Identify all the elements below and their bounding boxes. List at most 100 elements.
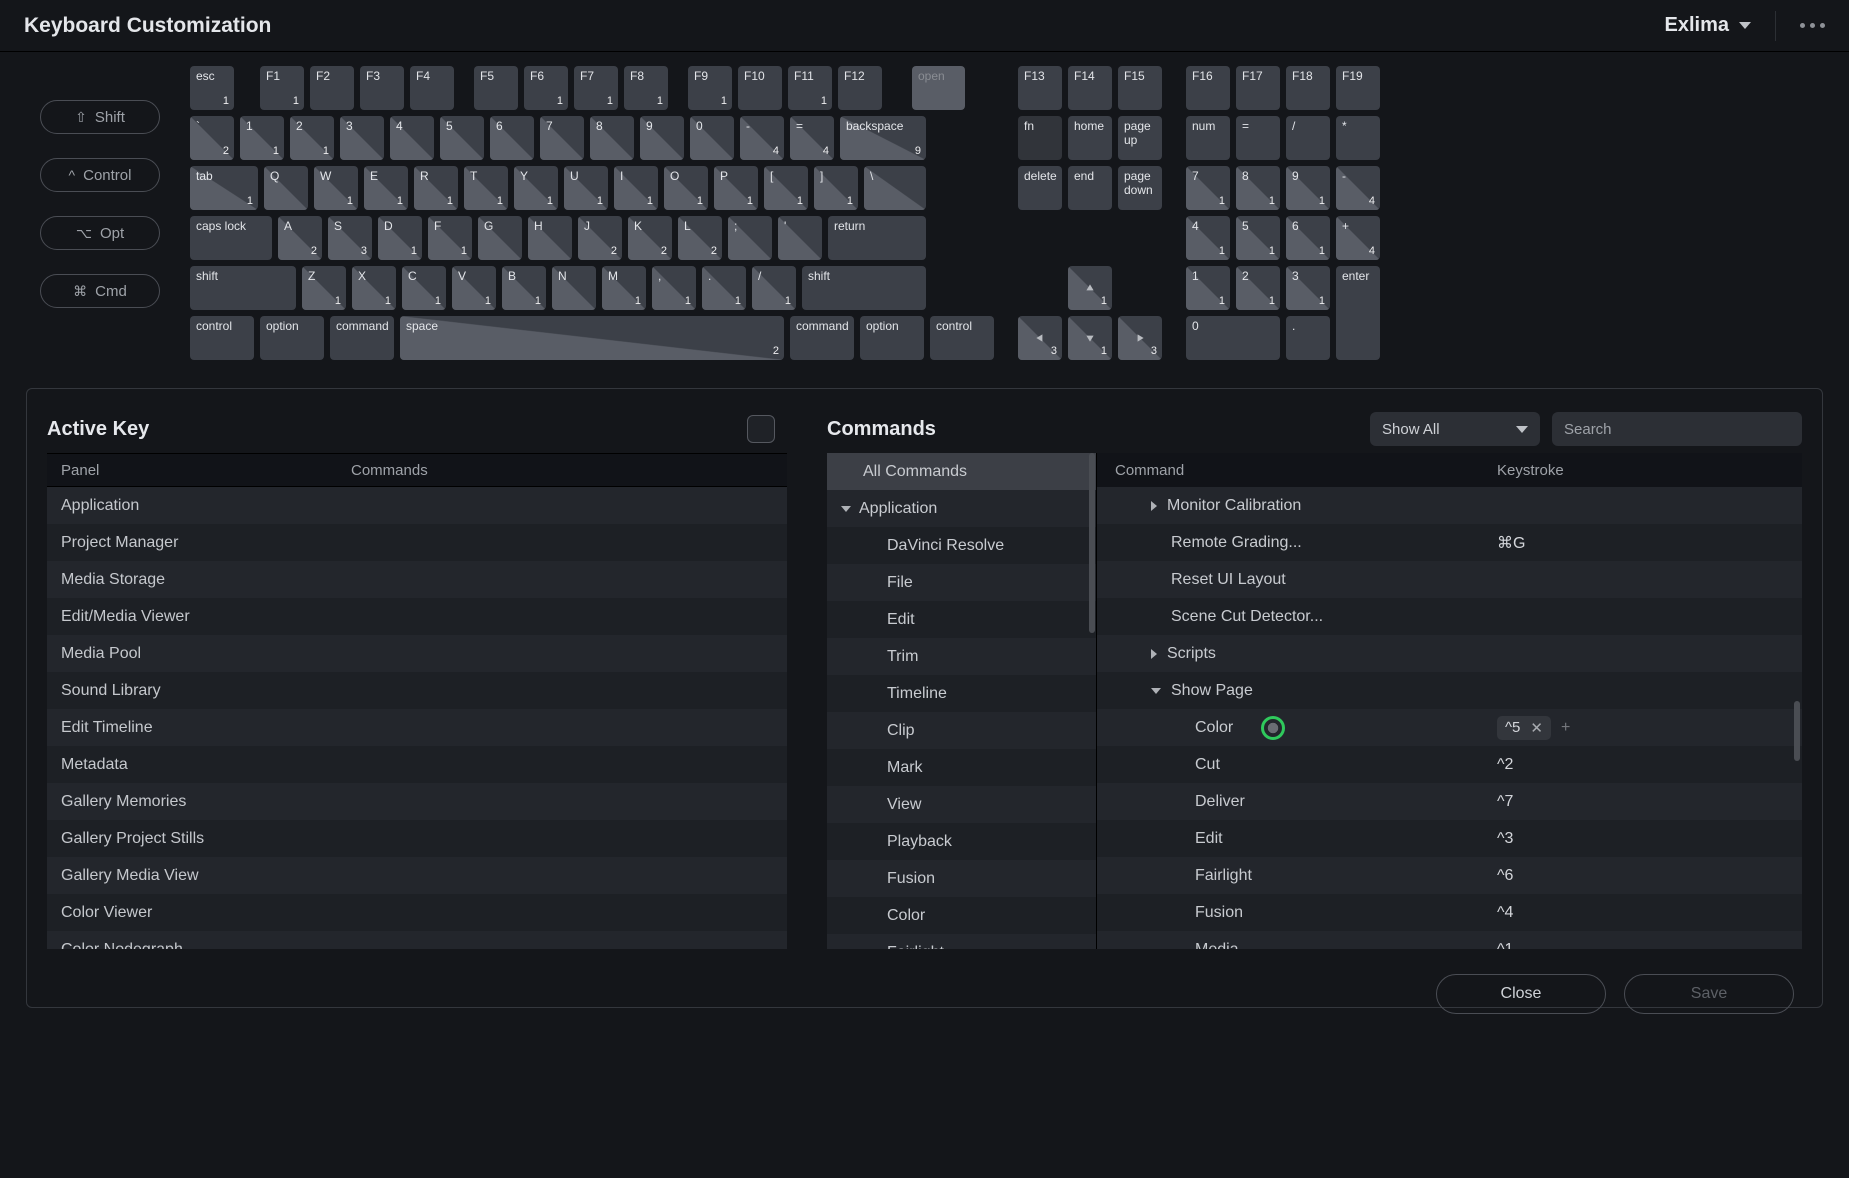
key-[interactable]: `2 <box>190 116 234 160</box>
key-[interactable]: ; <box>728 216 772 260</box>
command-row[interactable]: Cut^2 <box>1097 746 1802 783</box>
tree-item[interactable]: File <box>827 564 1096 601</box>
key-0[interactable]: 0 <box>1186 316 1280 360</box>
key-y[interactable]: Y1 <box>514 166 558 210</box>
key-f[interactable]: F1 <box>428 216 472 260</box>
save-button[interactable]: Save <box>1624 974 1794 1014</box>
key-f2[interactable]: F2 <box>310 66 354 110</box>
key-command[interactable]: command <box>330 316 394 360</box>
key-shift[interactable]: shift <box>190 266 296 310</box>
key-2[interactable]: 21 <box>290 116 334 160</box>
key-[interactable]: -4 <box>740 116 784 160</box>
key-[interactable]: .1 <box>702 266 746 310</box>
key-[interactable]: ' <box>778 216 822 260</box>
command-row[interactable]: Deliver^7 <box>1097 783 1802 820</box>
key-z[interactable]: Z1 <box>302 266 346 310</box>
key-fn[interactable]: fn <box>1018 116 1062 160</box>
key-f6[interactable]: F61 <box>524 66 568 110</box>
command-row[interactable]: Fusion^4 <box>1097 894 1802 931</box>
modifier-shift[interactable]: ⇧Shift <box>40 100 160 134</box>
key-[interactable]: = <box>1236 116 1280 160</box>
key-p[interactable]: P1 <box>714 166 758 210</box>
key-f4[interactable]: F4 <box>410 66 454 110</box>
key-o[interactable]: O1 <box>664 166 708 210</box>
key-f10[interactable]: F10 <box>738 66 782 110</box>
key-1[interactable]: 11 <box>1186 266 1230 310</box>
key-[interactable]: +4 <box>1336 216 1380 260</box>
active-key-checkbox[interactable] <box>747 415 775 443</box>
key-num[interactable]: num <box>1186 116 1230 160</box>
key-0[interactable]: 0 <box>690 116 734 160</box>
key-f5[interactable]: F5 <box>474 66 518 110</box>
tree-item[interactable]: DaVinci Resolve <box>827 527 1096 564</box>
command-row[interactable]: Remote Grading...⌘G <box>1097 524 1802 561</box>
key-2[interactable]: 21 <box>1236 266 1280 310</box>
arrow-down-key[interactable]: 1 <box>1068 316 1112 360</box>
key-l[interactable]: L2 <box>678 216 722 260</box>
command-row[interactable]: Fairlight^6 <box>1097 857 1802 894</box>
key-q[interactable]: Q <box>264 166 308 210</box>
key-3[interactable]: 31 <box>1286 266 1330 310</box>
command-row[interactable]: Color^5 ✕+ <box>1097 709 1802 746</box>
active-key-list[interactable]: ApplicationProject ManagerMedia StorageE… <box>47 487 787 949</box>
key-4[interactable]: 4 <box>390 116 434 160</box>
key-7[interactable]: 7 <box>540 116 584 160</box>
key-u[interactable]: U1 <box>564 166 608 210</box>
key-f1[interactable]: F11 <box>260 66 304 110</box>
key-f8[interactable]: F81 <box>624 66 668 110</box>
key-t[interactable]: T1 <box>464 166 508 210</box>
key-delete[interactable]: delete <box>1018 166 1062 210</box>
key-v[interactable]: V1 <box>452 266 496 310</box>
key-[interactable]: \ <box>864 166 926 210</box>
key-[interactable]: / <box>1286 116 1330 160</box>
panel-row[interactable]: Color Viewer <box>47 894 787 931</box>
key-control[interactable]: control <box>930 316 994 360</box>
key-h[interactable]: H <box>528 216 572 260</box>
key-pagedown[interactable]: page down <box>1118 166 1162 210</box>
key-home[interactable]: home <box>1068 116 1112 160</box>
key-tab[interactable]: tab1 <box>190 166 258 210</box>
key-f18[interactable]: F18 <box>1286 66 1330 110</box>
key-esc[interactable]: esc1 <box>190 66 234 110</box>
commands-tree[interactable]: All CommandsApplicationDaVinci ResolveFi… <box>827 453 1097 949</box>
key-f19[interactable]: F19 <box>1336 66 1380 110</box>
key-control[interactable]: control <box>190 316 254 360</box>
key-option[interactable]: option <box>260 316 324 360</box>
tree-scrollbar[interactable] <box>1089 453 1095 633</box>
arrow-up-key[interactable]: 1 <box>1068 266 1112 310</box>
key-6[interactable]: 61 <box>1286 216 1330 260</box>
command-row[interactable]: Monitor Calibration <box>1097 487 1802 524</box>
key-m[interactable]: M1 <box>602 266 646 310</box>
key-f3[interactable]: F3 <box>360 66 404 110</box>
key-d[interactable]: D1 <box>378 216 422 260</box>
command-row[interactable]: Scripts <box>1097 635 1802 672</box>
key-9[interactable]: 91 <box>1286 166 1330 210</box>
command-row[interactable]: Scene Cut Detector... <box>1097 598 1802 635</box>
tree-item[interactable]: Edit <box>827 601 1096 638</box>
key-open[interactable]: open <box>912 66 965 110</box>
tree-item[interactable]: Playback <box>827 823 1096 860</box>
panel-row[interactable]: Color Nodegraph <box>47 931 787 949</box>
key-s[interactable]: S3 <box>328 216 372 260</box>
keystroke-chip[interactable]: ^5 ✕ <box>1497 716 1551 740</box>
close-button[interactable]: Close <box>1436 974 1606 1014</box>
tree-item[interactable]: Fusion <box>827 860 1096 897</box>
tree-item[interactable]: All Commands <box>827 453 1096 490</box>
key-f9[interactable]: F91 <box>688 66 732 110</box>
key-f15[interactable]: F15 <box>1118 66 1162 110</box>
panel-row[interactable]: Edit/Media Viewer <box>47 598 787 635</box>
arrow-left-key[interactable]: 3 <box>1018 316 1062 360</box>
panel-row[interactable]: Gallery Memories <box>47 783 787 820</box>
commands-scrollbar[interactable] <box>1794 701 1800 761</box>
tree-item[interactable]: View <box>827 786 1096 823</box>
key-space[interactable]: space2 <box>400 316 784 360</box>
key-option[interactable]: option <box>860 316 924 360</box>
key-[interactable]: -4 <box>1336 166 1380 210</box>
tree-item[interactable]: Clip <box>827 712 1096 749</box>
key-backspace[interactable]: backspace9 <box>840 116 926 160</box>
commands-list[interactable]: Monitor CalibrationRemote Grading...⌘GRe… <box>1097 487 1802 949</box>
key-5[interactable]: 51 <box>1236 216 1280 260</box>
search-input[interactable] <box>1552 412 1802 446</box>
modifier-control[interactable]: ^Control <box>40 158 160 192</box>
key-enter[interactable]: enter <box>1336 266 1380 360</box>
